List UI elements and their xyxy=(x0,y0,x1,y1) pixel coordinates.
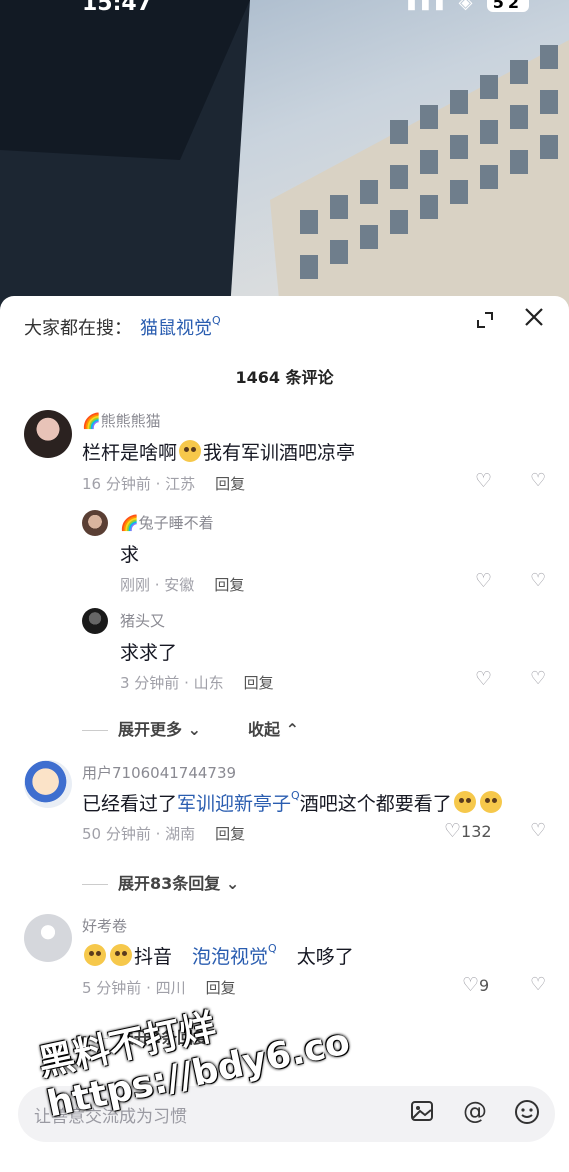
like-count: 9 xyxy=(479,976,490,995)
expand-more-label: 展开更多 xyxy=(118,720,183,739)
search-link[interactable]: 泡泡视觉 xyxy=(192,946,268,968)
emoji-icon xyxy=(479,791,502,813)
at-icon[interactable]: @ xyxy=(463,1097,487,1125)
like-count: 132 xyxy=(461,822,492,841)
heart-icon[interactable]: ♡ xyxy=(475,570,492,592)
divider xyxy=(82,730,108,731)
emoji-icon xyxy=(453,791,476,813)
collapse-label: 收起 xyxy=(248,720,281,739)
close-icon[interactable] xyxy=(523,306,549,332)
comment-author[interactable]: 用户7106041744739 xyxy=(82,762,236,783)
reply-button[interactable]: 回复 xyxy=(215,825,245,843)
heart-icon[interactable]: ♡ xyxy=(475,668,492,690)
broken-heart-icon[interactable]: ♡ xyxy=(530,820,546,841)
search-icon: Q xyxy=(212,314,221,327)
comment-meta: 5 分钟前 · 四川 回复 xyxy=(82,977,236,998)
search-prefix: 大家都在搜： xyxy=(24,318,132,339)
comment-author[interactable]: 🌈兔子睡不着 xyxy=(120,512,214,533)
emoji-icon xyxy=(84,944,106,966)
reply-button[interactable]: 回复 xyxy=(206,979,236,997)
broken-heart-icon[interactable]: ♡ xyxy=(530,470,546,491)
avatar[interactable] xyxy=(24,760,72,808)
comment-count: 1464 条评论 xyxy=(235,368,334,387)
comment-time-location: 3 分钟前 · 山东 xyxy=(120,674,224,692)
building-image xyxy=(0,0,569,310)
expand-icon[interactable] xyxy=(475,310,499,334)
comment-author[interactable]: 好考卷 xyxy=(82,915,127,936)
comment-meta: 16 分钟前 · 江苏 回复 xyxy=(82,473,245,494)
emoji-icon xyxy=(179,440,202,462)
comment-text: 抖音 泡泡视觉Q 太哆了 xyxy=(82,942,354,969)
expand-replies-label: 展开83条回复 xyxy=(118,874,221,893)
expand-replies-button[interactable]: 展开83条回复 ⌄ xyxy=(82,870,239,894)
reply-button[interactable]: 回复 xyxy=(215,475,245,493)
heart-icon[interactable]: ♡9 xyxy=(462,974,489,996)
comment-author[interactable]: 🌈熊熊熊猫 xyxy=(82,410,161,431)
emoji-icon[interactable] xyxy=(514,1099,540,1131)
reply-button[interactable]: 回复 xyxy=(214,576,244,594)
search-suggestion[interactable]: 大家都在搜： 猫鼠视觉Q xyxy=(24,314,221,340)
comment-time-location: 16 分钟前 · 江苏 xyxy=(82,475,196,493)
chevron-down-icon: ⌄ xyxy=(225,874,240,893)
comment-meta: 3 分钟前 · 山东 回复 xyxy=(120,672,274,693)
battery-level: 52 xyxy=(486,0,529,12)
comment-meta: 50 分钟前 · 湖南 回复 xyxy=(82,823,245,844)
avatar[interactable] xyxy=(24,914,72,962)
comment-text-part: 已经看过了 xyxy=(82,793,178,815)
comment-text: 已经看过了军训迎新亭子Q酒吧这个都要看了 xyxy=(82,789,504,816)
status-time: 15:47 xyxy=(82,0,153,16)
expand-more-button[interactable]: 展开更多 ⌄ xyxy=(82,716,201,740)
search-icon: Q xyxy=(268,942,277,955)
comment-text-part: 酒吧这个都要看了 xyxy=(299,793,452,815)
avatar[interactable] xyxy=(82,608,108,634)
video-preview[interactable]: 15:47 ▮▮▮ ◈ 52 xyxy=(0,0,569,310)
broken-heart-icon[interactable]: ♡ xyxy=(530,974,546,995)
comment-time-location: 刚刚 · 安徽 xyxy=(120,576,195,594)
comment-text-part: 栏杆是啥啊 xyxy=(82,442,178,464)
divider xyxy=(82,884,108,885)
heart-icon[interactable]: ♡132 xyxy=(444,820,492,842)
chevron-down-icon: ⌄ xyxy=(187,720,201,739)
collapse-button[interactable]: 收起 ⌃ xyxy=(248,716,299,740)
comment-text: 栏杆是啥啊 我有军训酒吧凉亭 xyxy=(82,438,355,465)
search-icon: Q xyxy=(291,789,300,802)
comment-text: 求求了 xyxy=(120,642,178,664)
comment-meta: 刚刚 · 安徽 回复 xyxy=(120,574,244,595)
avatar[interactable] xyxy=(82,510,108,536)
comment-time-location: 50 分钟前 · 湖南 xyxy=(82,825,196,843)
heart-icon[interactable]: ♡ xyxy=(475,470,492,492)
comment-text-part: 我有军训酒吧凉亭 xyxy=(203,442,356,464)
status-icons: ▮▮▮ ◈ 52 xyxy=(407,0,529,13)
chevron-up-icon: ⌃ xyxy=(285,720,299,739)
reply-button[interactable]: 回复 xyxy=(244,674,274,692)
image-icon[interactable] xyxy=(410,1099,434,1129)
broken-heart-icon[interactable]: ♡ xyxy=(530,668,546,689)
comment-time-location: 5 分钟前 · 四川 xyxy=(82,979,186,997)
search-link[interactable]: 军训迎新亭子 xyxy=(177,793,291,815)
status-bar: 15:47 ▮▮▮ ◈ 52 xyxy=(0,0,569,18)
emoji-icon xyxy=(110,944,132,966)
search-keyword[interactable]: 猫鼠视觉 xyxy=(140,318,212,339)
avatar[interactable] xyxy=(24,410,72,458)
comment-text: 求 xyxy=(120,544,140,566)
comment-text-part: 太哆了 xyxy=(296,946,354,968)
broken-heart-icon[interactable]: ♡ xyxy=(530,570,546,591)
comment-text-part: 抖音 xyxy=(134,946,173,968)
comment-author[interactable]: 猪头又 xyxy=(120,610,165,631)
